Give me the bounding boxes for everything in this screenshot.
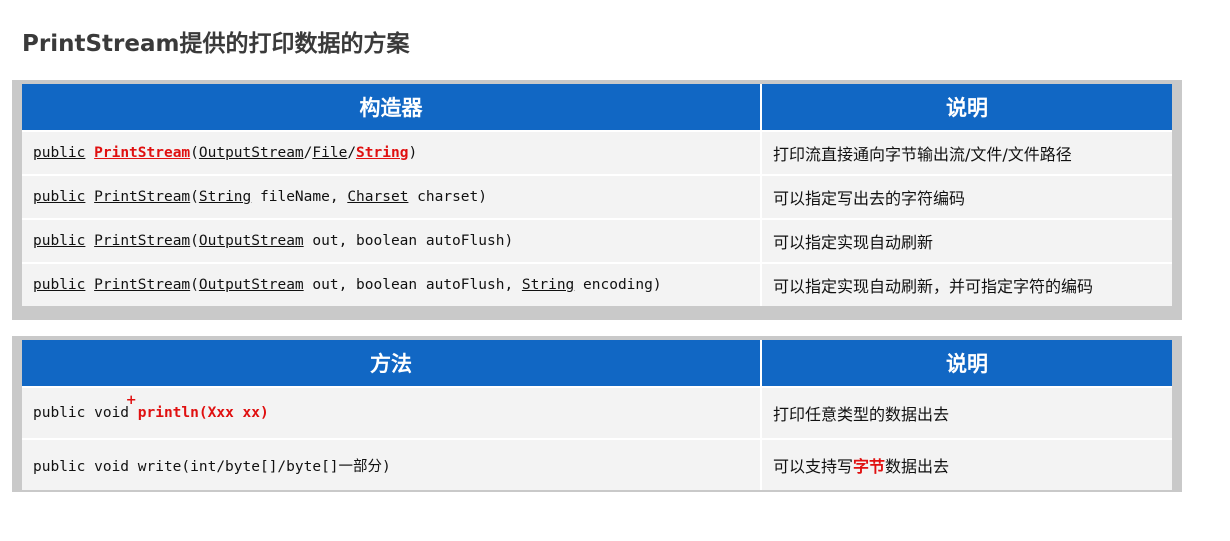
method-signature: public void write(int/byte[]/byte[]一部分): [22, 438, 762, 490]
keyword-public: public: [33, 189, 86, 205]
class-name: PrintStream: [94, 145, 191, 161]
desc-text: 数据出去: [885, 457, 950, 476]
constructor-signature: public PrintStream(OutputStream/File/Str…: [22, 130, 762, 175]
type-name: String: [521, 277, 575, 293]
type-name: String: [198, 189, 252, 205]
constructor-description: 可以指定写出去的字符编码: [761, 174, 1172, 219]
method-description: 打印任意类型的数据出去: [761, 386, 1172, 439]
type-name: OutputStream: [198, 145, 304, 161]
paren: (: [190, 145, 199, 161]
type-name: OutputStream: [198, 233, 304, 249]
paren: (: [190, 233, 199, 249]
method-prefix: public void: [33, 405, 138, 421]
header-constructor: 构造器: [22, 84, 762, 132]
keyword-public: public: [33, 233, 86, 249]
method-signature: public void + println(Xxx xx): [22, 386, 762, 439]
paren: ): [408, 145, 418, 161]
table-row: public void + println(Xxx xx) 打印任意类型的数据出去: [22, 386, 1172, 439]
type-name: OutputStream: [198, 277, 304, 293]
class-name: PrintStream: [94, 189, 191, 205]
keyword-public: public: [33, 145, 86, 161]
constructor-description: 可以指定实现自动刷新: [761, 218, 1172, 263]
param-text: fileName,: [251, 189, 348, 205]
table-row: public PrintStream(OutputStream out, boo…: [22, 262, 1172, 306]
method-description: 可以支持写字节数据出去: [761, 438, 1172, 490]
paren: (: [190, 277, 199, 293]
header-description: 说明: [761, 340, 1172, 388]
table-row: public PrintStream(OutputStream/File/Str…: [22, 130, 1172, 175]
constructor-description: 可以指定实现自动刷新，并可指定字符的编码: [761, 262, 1172, 306]
page-title: PrintStream提供的打印数据的方案: [22, 31, 410, 57]
header-method: 方法: [22, 340, 762, 388]
keyword-public: public: [33, 277, 86, 293]
desc-highlight: 字节: [853, 457, 886, 476]
method-name-wrap: + println(Xxx xx): [126, 393, 269, 421]
table-row: public PrintStream(String fileName, Char…: [22, 174, 1172, 219]
plus-icon: +: [125, 393, 137, 408]
class-name: PrintStream: [94, 233, 191, 249]
param-text: encoding): [574, 277, 662, 293]
slash: /: [347, 145, 357, 161]
constructor-signature: public PrintStream(OutputStream out, boo…: [22, 218, 762, 263]
constructor-signature: public PrintStream(OutputStream out, boo…: [22, 262, 762, 306]
type-name: String: [356, 145, 409, 161]
type-name: File: [312, 145, 348, 161]
table-row: public void write(int/byte[]/byte[]一部分) …: [22, 438, 1172, 490]
constructor-signature: public PrintStream(String fileName, Char…: [22, 174, 762, 219]
param-text: charset): [408, 189, 487, 205]
table-row: public PrintStream(OutputStream out, boo…: [22, 218, 1172, 263]
class-name: PrintStream: [94, 277, 191, 293]
param-text: out, boolean autoFlush): [303, 233, 514, 249]
param-text: out, boolean autoFlush,: [303, 277, 522, 293]
paren: (: [190, 189, 199, 205]
method-name: println(Xxx xx): [137, 405, 269, 421]
constructor-description: 打印流直接通向字节输出流/文件/文件路径: [761, 130, 1172, 175]
header-description: 说明: [761, 84, 1172, 132]
constructor-table: 构造器 说明 public PrintStream(OutputStream/F…: [12, 80, 1182, 320]
desc-text: 可以支持写: [773, 457, 854, 476]
method-table: 方法 说明 public void + println(Xxx xx) 打印任意类…: [12, 336, 1182, 492]
type-name: Charset: [347, 189, 409, 205]
